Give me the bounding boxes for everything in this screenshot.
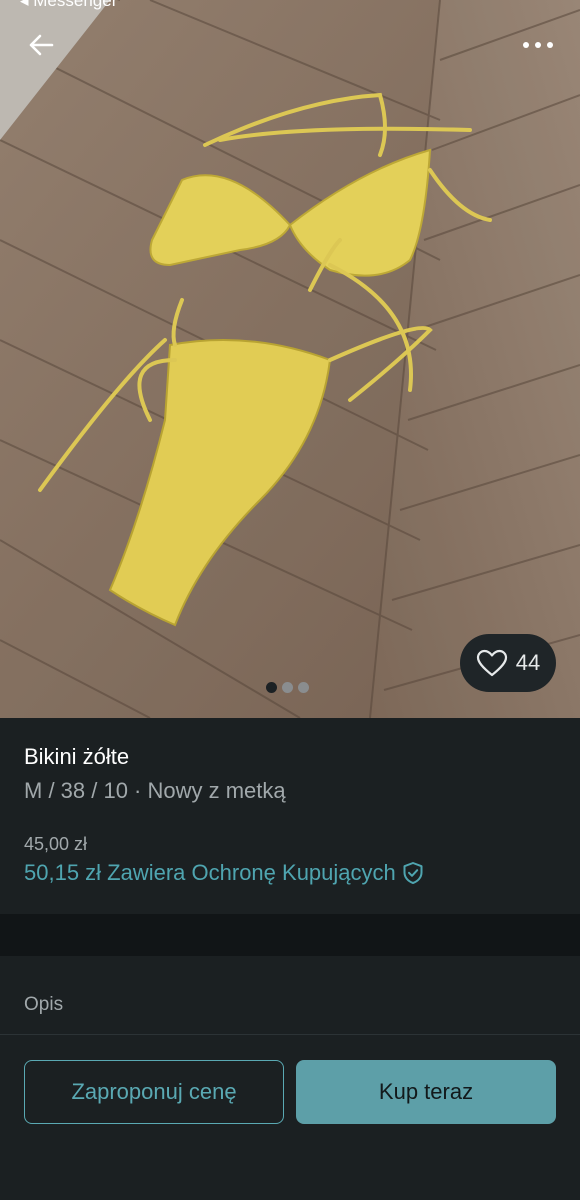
likes-count: 44 <box>515 650 541 675</box>
action-bar: Zaproponuj cenę Kup teraz <box>0 1035 580 1200</box>
more-dots-icon <box>523 42 553 48</box>
gallery-dot[interactable] <box>282 682 293 693</box>
section-divider <box>0 914 580 956</box>
arrow-left-icon <box>29 34 54 56</box>
heart-icon <box>476 649 507 677</box>
product-photo <box>0 0 580 718</box>
back-button[interactable] <box>22 26 60 64</box>
item-title: Bikini żółte <box>24 744 130 769</box>
total-price-label: 50,15 zł Zawiera Ochronę Kupujących <box>24 860 396 885</box>
shield-check-icon <box>403 862 423 884</box>
description-section[interactable]: Opis <box>0 956 580 1035</box>
more-options-button[interactable] <box>518 30 558 60</box>
gallery-page-indicator <box>266 682 309 693</box>
item-attributes: M / 38 / 10 · Nowy z metką <box>24 778 286 803</box>
favourite-button[interactable]: 44 <box>460 634 556 692</box>
item-details: Bikini żółte M / 38 / 10 · Nowy z metką … <box>0 718 580 914</box>
make-offer-button[interactable]: Zaproponuj cenę <box>24 1060 284 1124</box>
buy-now-button[interactable]: Kup teraz <box>296 1060 556 1124</box>
status-back-app-label[interactable]: ◂ Messenger <box>20 0 117 11</box>
gallery-dot-active[interactable] <box>266 682 277 693</box>
product-photo-gallery[interactable]: ◂ Messenger 44 <box>0 0 580 718</box>
description-label: Opis <box>24 994 64 1015</box>
item-price: 45,00 zł <box>24 834 88 854</box>
gallery-dot[interactable] <box>298 682 309 693</box>
buyer-protection-price[interactable]: 50,15 zł Zawiera Ochronę Kupujących <box>24 860 424 886</box>
